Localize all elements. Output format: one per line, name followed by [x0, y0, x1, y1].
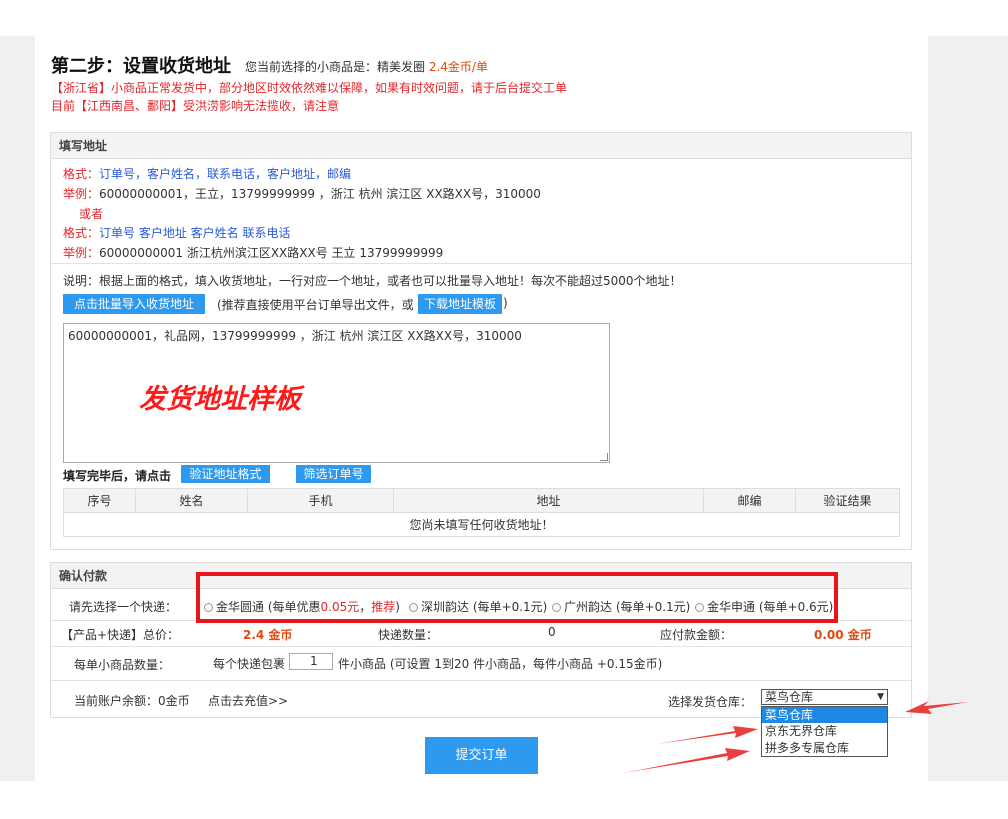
annotation-arrows	[623, 701, 968, 773]
submit-order-button[interactable]: 提交订单	[425, 737, 538, 774]
arrow-1-icon	[905, 701, 968, 714]
arrow-2-icon	[657, 726, 758, 744]
arrow-3-icon	[623, 748, 750, 773]
